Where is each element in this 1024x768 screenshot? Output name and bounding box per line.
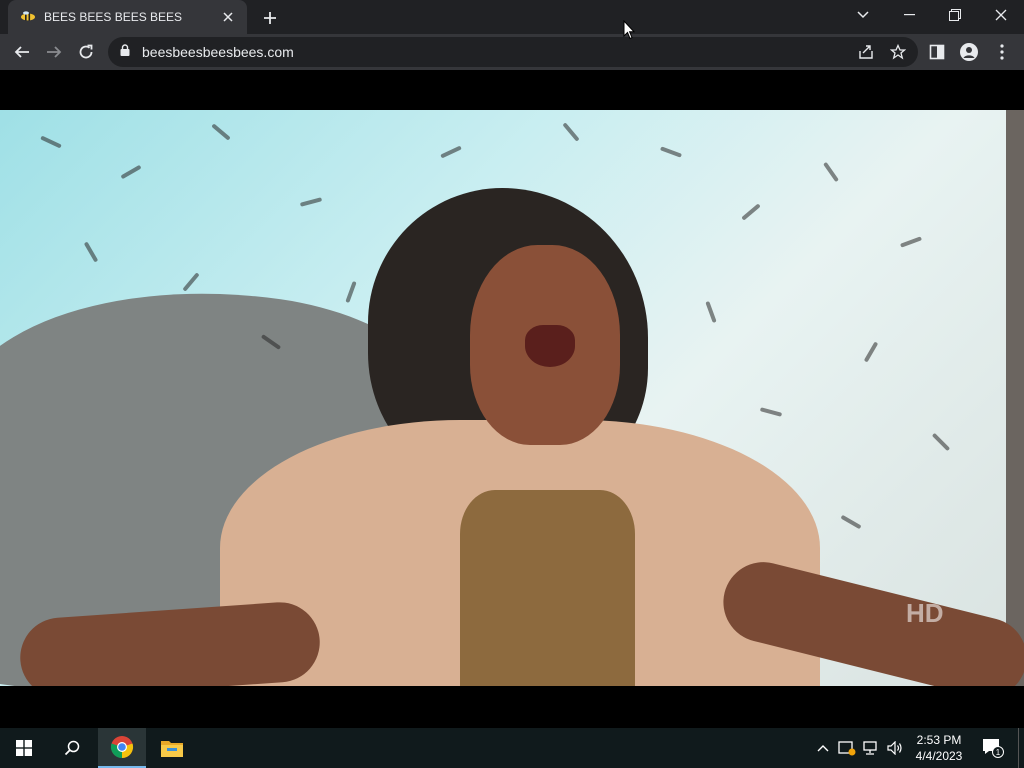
lock-icon[interactable] — [120, 43, 130, 61]
chrome-taskbar-icon[interactable] — [98, 728, 146, 768]
bee-streak — [899, 236, 923, 248]
bee-streak — [863, 341, 879, 363]
share-icon[interactable] — [858, 44, 874, 60]
bee-streak — [931, 432, 951, 452]
bee-streak — [120, 164, 142, 180]
security-status-icon[interactable] — [836, 728, 858, 768]
back-button[interactable] — [8, 38, 36, 66]
bee-streak — [40, 135, 62, 149]
reload-button[interactable] — [72, 38, 100, 66]
tab-bees[interactable]: BEES BEES BEES BEES — [8, 0, 247, 34]
bee-streak — [440, 145, 462, 159]
restore-button[interactable] — [932, 0, 978, 30]
bee-streak — [562, 122, 580, 142]
side-panel-icon[interactable] — [923, 38, 951, 66]
mouth-shape — [525, 325, 575, 367]
forward-button[interactable] — [40, 38, 68, 66]
menu-kebab-icon[interactable] — [988, 38, 1016, 66]
bee-streak — [840, 514, 862, 530]
system-clock[interactable]: 2:53 PM 4/4/2023 — [906, 732, 972, 764]
bee-streak — [705, 300, 717, 324]
notification-count: 1 — [996, 748, 1001, 757]
start-button[interactable] — [0, 728, 48, 768]
address-bar[interactable]: beesbeesbeesbees.com — [108, 37, 918, 67]
bee-streak — [659, 146, 683, 158]
volume-icon[interactable] — [884, 728, 906, 768]
bee-streak — [823, 161, 839, 183]
sequin-top-shape — [460, 490, 635, 686]
bookmark-star-icon[interactable] — [890, 44, 906, 60]
network-icon[interactable] — [860, 728, 882, 768]
profile-avatar-icon[interactable] — [955, 38, 983, 66]
page-content: HD — [0, 70, 1024, 728]
clock-date: 4/4/2023 — [915, 749, 963, 763]
close-window-button[interactable] — [978, 0, 1024, 30]
bee-favicon-icon — [20, 9, 36, 25]
show-desktop-button[interactable] — [1018, 728, 1024, 768]
mouse-cursor-icon — [623, 19, 636, 45]
clock-time: 2:53 PM — [916, 733, 962, 747]
close-tab-icon[interactable] — [219, 8, 237, 26]
bee-streak — [759, 407, 783, 417]
bee-streak — [345, 280, 357, 304]
search-icon[interactable] — [48, 728, 96, 768]
notification-center-icon[interactable]: 1 — [978, 728, 1008, 768]
new-tab-button[interactable] — [258, 6, 282, 30]
bees-gif-image: HD — [0, 110, 1024, 686]
hd-watermark: HD — [906, 598, 944, 628]
windows-taskbar: 2:53 PM 4/4/2023 1 — [0, 728, 1024, 768]
bee-streak — [211, 123, 231, 141]
tab-title: BEES BEES BEES BEES — [44, 10, 183, 24]
file-explorer-icon[interactable] — [148, 728, 196, 768]
bee-streak — [299, 197, 323, 207]
bee-streak — [741, 203, 761, 221]
tab-strip: BEES BEES BEES BEES — [0, 0, 1024, 34]
bee-streak — [83, 241, 99, 263]
browser-toolbar: beesbeesbeesbees.com — [0, 34, 1024, 70]
wall-edge — [1006, 110, 1024, 686]
tab-search-chevron-icon[interactable] — [840, 0, 886, 30]
url-text: beesbeesbeesbees.com — [142, 44, 294, 60]
minimize-button[interactable] — [886, 0, 932, 30]
bee-streak — [182, 272, 200, 292]
show-hidden-icons-chevron-icon[interactable] — [812, 728, 834, 768]
